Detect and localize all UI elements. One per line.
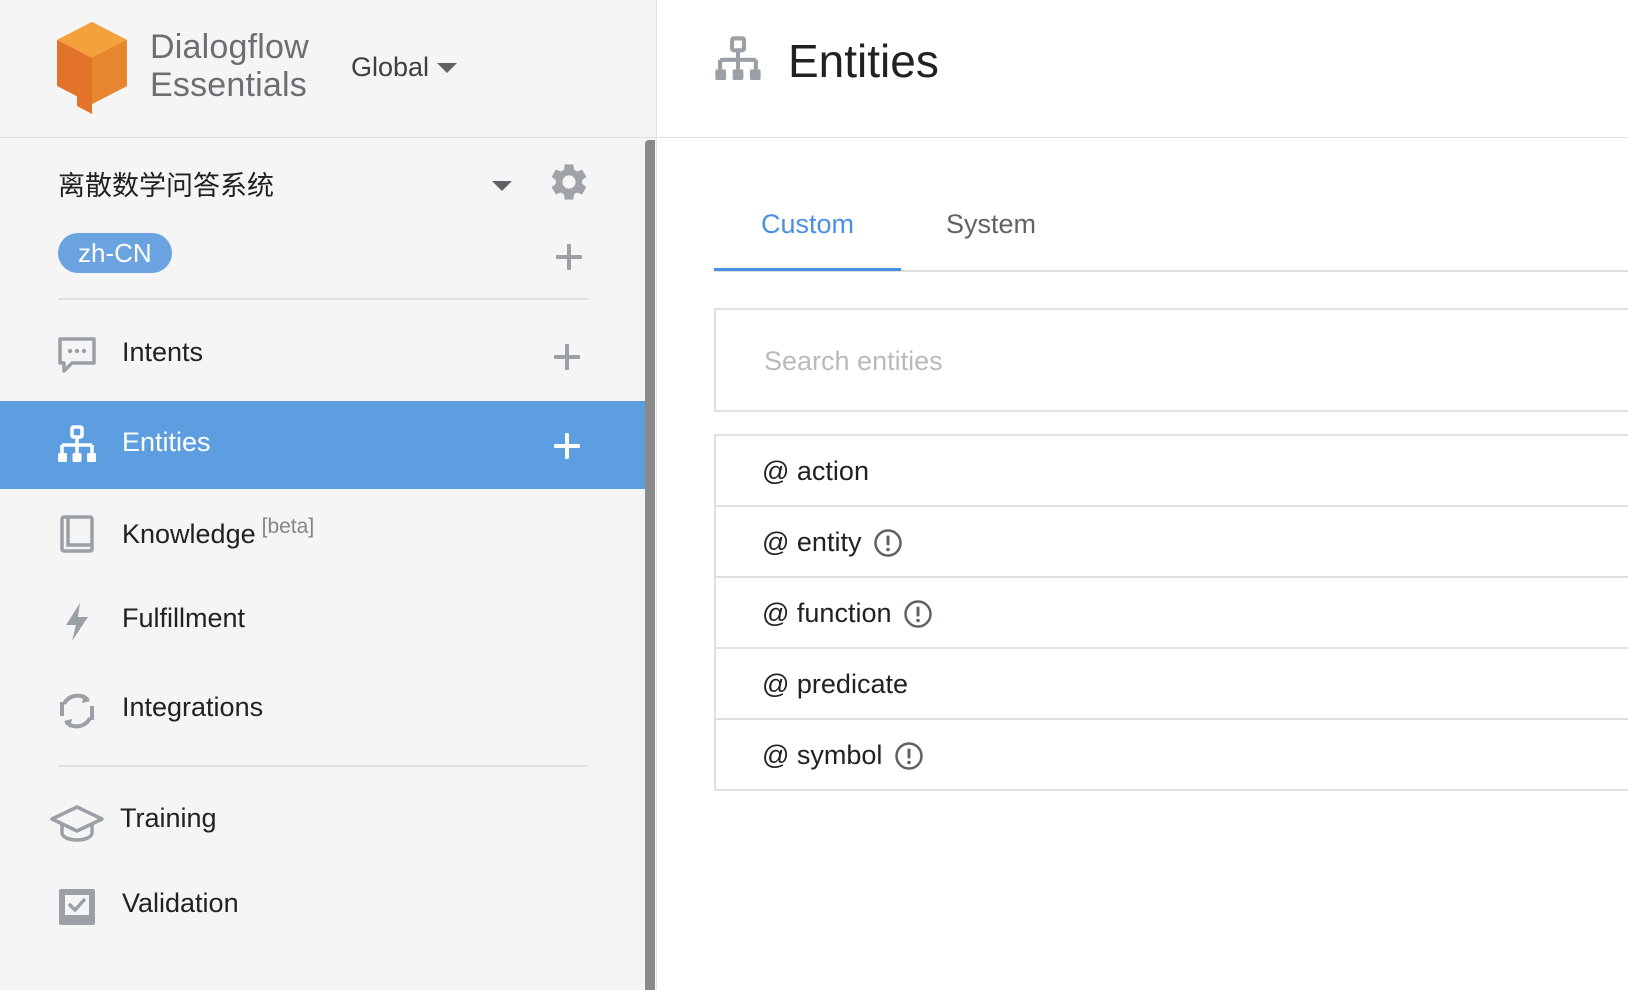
dialogflow-logo [57,22,127,114]
entity-label: @ predicate [762,669,908,699]
divider [58,765,588,767]
entity-name: @ predicate [762,669,908,700]
knowledge-label: Knowledge [122,519,256,549]
graduation-cap-icon [50,805,104,842]
sidebar: Dialogflow Essentials Global 离散数学问答系统 zh… [0,0,657,990]
sidebar-item-label: Entities [122,427,211,457]
agent-name[interactable]: 离散数学问答系统 [58,164,274,203]
sidebar-item-integrations[interactable]: Integrations [0,666,645,754]
sidebar-item-validation[interactable]: Validation [0,862,645,950]
list-item[interactable]: @ entity [716,507,1628,578]
brand-line-2: Essentials [150,66,307,104]
entity-label: @ entity [762,527,862,557]
region-label: Global [351,52,430,82]
tab-system[interactable]: System [901,190,1081,268]
warning-icon[interactable] [873,528,903,558]
entity-label: @ function [762,598,892,628]
sidebar-item-label: Training [120,803,217,833]
add-language-button[interactable] [554,242,584,272]
brand-header: Dialogflow Essentials Global [0,0,656,138]
sidebar-item-intents[interactable]: Intents [0,311,645,399]
search-input[interactable] [762,338,1566,384]
search-box [714,308,1628,412]
region-selector[interactable]: Global [351,52,458,83]
add-intent-button[interactable] [552,342,582,372]
add-entity-button[interactable] [552,431,582,461]
entity-label: @ symbol [762,740,883,770]
sitemap-icon [715,36,761,81]
sidebar-item-training[interactable]: Training [0,777,645,865]
divider [58,298,588,300]
sidebar-item-label: Intents [122,337,204,367]
sidebar-item-label: Knowledge [beta] [122,515,314,550]
checkbox-icon [59,889,95,925]
sidebar-item-fulfillment[interactable]: Fulfillment [0,577,645,665]
sidebar-scrollbar[interactable] [645,140,655,990]
brand-name: Dialogflow Essentials [150,28,309,104]
entity-name: @ entity [762,527,903,558]
chat-bubble-icon [58,337,96,373]
tab-custom[interactable]: Custom [714,190,901,271]
sidebar-item-label: Integrations [122,692,264,722]
chevron-down-icon [437,62,458,73]
list-item[interactable]: @ function [716,578,1628,649]
agent-dropdown-button[interactable] [492,178,512,196]
brand-line-1: Dialogflow [150,28,309,66]
chevron-down-icon [492,181,512,191]
sidebar-item-label: Validation [122,888,239,918]
entity-tabs: Custom System [714,190,1628,272]
entity-name: @ action [762,456,869,487]
sync-icon [60,693,94,729]
list-item[interactable]: @ symbol [716,720,1628,791]
page-header: Entities [657,0,1628,138]
entity-list: @ action @ entity @ function @ predicate [714,434,1628,791]
list-item[interactable]: @ action [716,436,1628,507]
entity-name: @ function [762,598,933,629]
entity-label: @ action [762,456,869,486]
entity-name: @ symbol [762,740,924,771]
language-badge[interactable]: zh-CN [58,233,172,273]
lightning-icon [66,603,88,641]
sitemap-icon [58,425,96,462]
list-item[interactable]: @ predicate [716,649,1628,720]
beta-badge: [beta] [261,515,315,538]
sidebar-item-knowledge[interactable]: Knowledge [beta] [0,489,645,577]
gear-icon[interactable] [547,160,591,204]
warning-icon[interactable] [903,599,933,629]
sidebar-item-entities[interactable]: Entities [0,401,645,489]
sidebar-item-label: Fulfillment [122,603,246,633]
warning-icon[interactable] [894,741,924,771]
page-title: Entities [788,35,939,87]
book-icon [60,515,94,553]
